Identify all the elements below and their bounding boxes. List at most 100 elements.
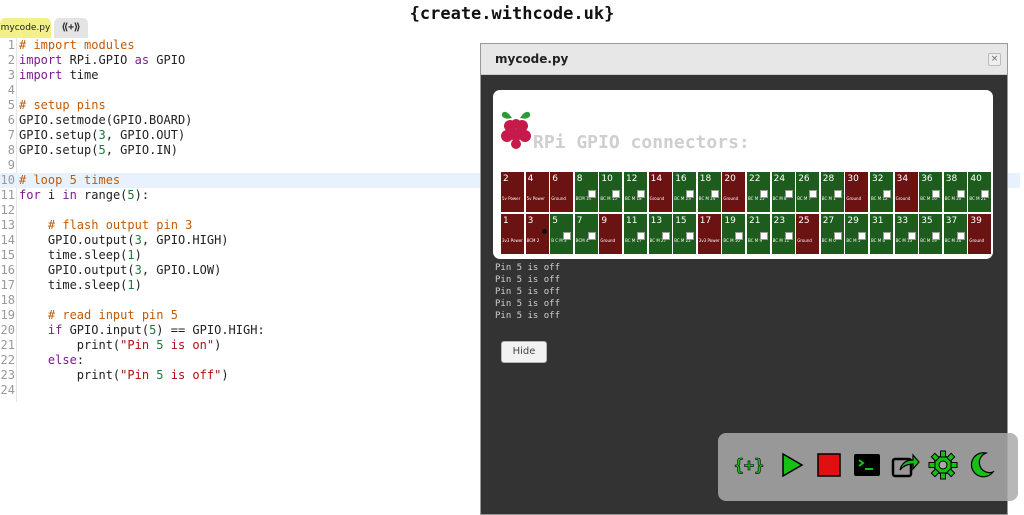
gpio-pin-37[interactable]: 37 BC M 26 [943,214,967,254]
pin-input-checkbox[interactable] [956,190,965,198]
pin-input-checkbox[interactable] [784,232,793,240]
code-text[interactable]: # read input pin 5 [19,308,178,323]
pin-input-checkbox[interactable] [686,232,695,240]
theme-icon[interactable] [966,450,996,480]
gpio-pin-8[interactable]: 8 BCM 14 [574,172,598,212]
gpio-pin-22[interactable]: 22 BC M 25 [747,172,770,212]
line-number: 15 [0,248,15,262]
code-text[interactable]: GPIO.output(3, GPIO.HIGH) [19,233,229,248]
terminal-icon[interactable] [852,450,882,480]
pin-input-checkbox[interactable] [784,190,793,198]
code-text[interactable]: time.sleep(1) [19,278,142,293]
gpio-pin-18[interactable]: 18 BC M 24 [697,172,721,212]
gpio-pin-7[interactable]: 7 BCM 4 [574,214,598,254]
pin-input-checkbox[interactable] [981,190,990,198]
code-text[interactable]: if GPIO.input(5) == GPIO.HIGH: [19,323,265,338]
pin-label: Ground [797,238,812,243]
code-text[interactable]: GPIO.output(3, GPIO.LOW) [19,263,221,278]
line-number: 17 [0,278,15,292]
gpio-pin-38[interactable]: 38 BC M 20 [943,172,967,212]
pin-input-checkbox[interactable] [932,232,941,240]
pin-label: 3v3 Power [698,238,720,243]
hide-button[interactable]: Hide [501,341,547,363]
code-text[interactable]: import RPi.GPIO as GPIO [19,53,185,68]
pin-input-checkbox[interactable] [883,190,891,198]
gpio-pin-30: 30 Ground [845,172,869,212]
code-text[interactable]: time.sleep(1) [19,248,142,263]
pin-input-checkbox[interactable] [612,190,621,198]
gpio-pin-39: 39 Ground [968,214,992,254]
panel-header[interactable]: mycode.py × [481,44,1007,75]
gpio-pin-31[interactable]: 31 BC M 6 [870,214,893,254]
gpio-pin-14: 14 Ground [648,172,672,212]
pin-label: Ground [600,238,616,243]
close-icon[interactable]: × [988,53,1001,66]
pin-input-checkbox[interactable] [907,232,916,240]
gpio-pin-33[interactable]: 33 BC M 13 [894,214,918,254]
add-file-icon[interactable]: {+} [733,450,764,480]
settings-icon[interactable] [928,450,958,480]
gpio-pin-15[interactable]: 15 BC M 22 [673,214,697,254]
line-number: 1 [7,38,15,52]
pin-input-checkbox[interactable] [710,190,719,198]
code-text[interactable]: print("Pin 5 is on") [19,338,222,353]
gpio-pin-26[interactable]: 26 BC M 7 [796,172,820,212]
pin-input-checkbox[interactable] [858,232,867,240]
add-file-tab-button[interactable]: ⟪+⟫ [54,18,88,38]
tab-mycode[interactable]: mycode.py [0,18,51,38]
code-text[interactable]: GPIO.setup(3, GPIO.OUT) [19,128,185,143]
gpio-pin-27[interactable]: 27 BC M 0 [820,214,844,254]
gpio-pin-12[interactable]: 12 BC M 18 [624,172,647,212]
code-text[interactable]: for i in range(5): [19,188,149,203]
pin-input-checkbox[interactable] [883,232,891,240]
gpio-pin-11[interactable]: 11 BC M 17 [624,214,647,254]
pin-input-checkbox[interactable] [833,232,842,240]
code-text[interactable]: # setup pins [19,98,106,113]
code-text[interactable]: # flash output pin 3 [19,218,193,233]
code-text[interactable]: # import modules [19,38,135,53]
share-icon[interactable] [890,450,920,480]
gpio-pin-24[interactable]: 24 BC M 8 [771,172,795,212]
code-text[interactable]: GPIO.setmode(GPIO.BOARD) [19,113,192,128]
gpio-pin-16[interactable]: 16 BC M 23 [673,172,697,212]
pin-input-checkbox[interactable] [587,232,596,240]
run-icon[interactable] [776,450,806,480]
gpio-pin-5[interactable]: 5B C M 3 [550,214,574,254]
gpio-pin-19[interactable]: 19 BC M 10 [722,214,746,254]
gpio-pin-13[interactable]: 13 BC M 27 [648,214,672,254]
code-text[interactable]: else: [19,353,84,368]
gpio-pin-40[interactable]: 40 BC M 21 [968,172,992,212]
code-text[interactable]: # loop 5 times [19,173,120,188]
gpio-pin-23[interactable]: 23 BC M 11 [771,214,795,254]
gpio-pin-32[interactable]: 32 BC M 12 [870,172,893,212]
pin-input-checkbox[interactable] [809,190,818,198]
code-text[interactable]: import time [19,68,98,83]
line-number: 18 [0,293,15,307]
pin-input-checkbox[interactable] [661,232,670,240]
line-number: 19 [0,308,15,322]
gpio-pin-21[interactable]: 21 BC M 9 [747,214,770,254]
pin-input-checkbox[interactable] [760,232,768,240]
gpio-pin-35[interactable]: 35 BC M 19 [919,214,943,254]
pin-input-checkbox[interactable] [637,190,645,198]
pin-input-checkbox[interactable] [587,190,596,198]
pin-input-checkbox[interactable] [686,190,695,198]
pin-input-checkbox[interactable] [833,190,842,198]
raspberry-pi-logo-icon [499,108,533,154]
pin-input-checkbox[interactable] [563,232,572,240]
pin-number: 5 [552,216,558,226]
gpio-pin-10[interactable]: 10 BC M 15 [599,172,623,212]
pin-input-checkbox[interactable] [956,232,965,240]
code-text[interactable]: print("Pin 5 is off") [19,368,229,383]
pin-input-checkbox[interactable] [760,190,768,198]
code-text[interactable]: GPIO.setup(5, GPIO.IN) [19,143,178,158]
pin-input-checkbox[interactable] [735,232,744,240]
stop-icon[interactable] [814,450,844,480]
pin-number: 27 [822,216,835,226]
site-brand[interactable]: {create.withcode.uk} [0,4,1024,24]
pin-input-checkbox[interactable] [932,190,941,198]
pin-input-checkbox[interactable] [637,232,645,240]
gpio-pin-28[interactable]: 28 BC M 1 [820,172,844,212]
gpio-pin-36[interactable]: 36 BC M 16 [919,172,943,212]
gpio-pin-29[interactable]: 29 BC M 5 [845,214,869,254]
